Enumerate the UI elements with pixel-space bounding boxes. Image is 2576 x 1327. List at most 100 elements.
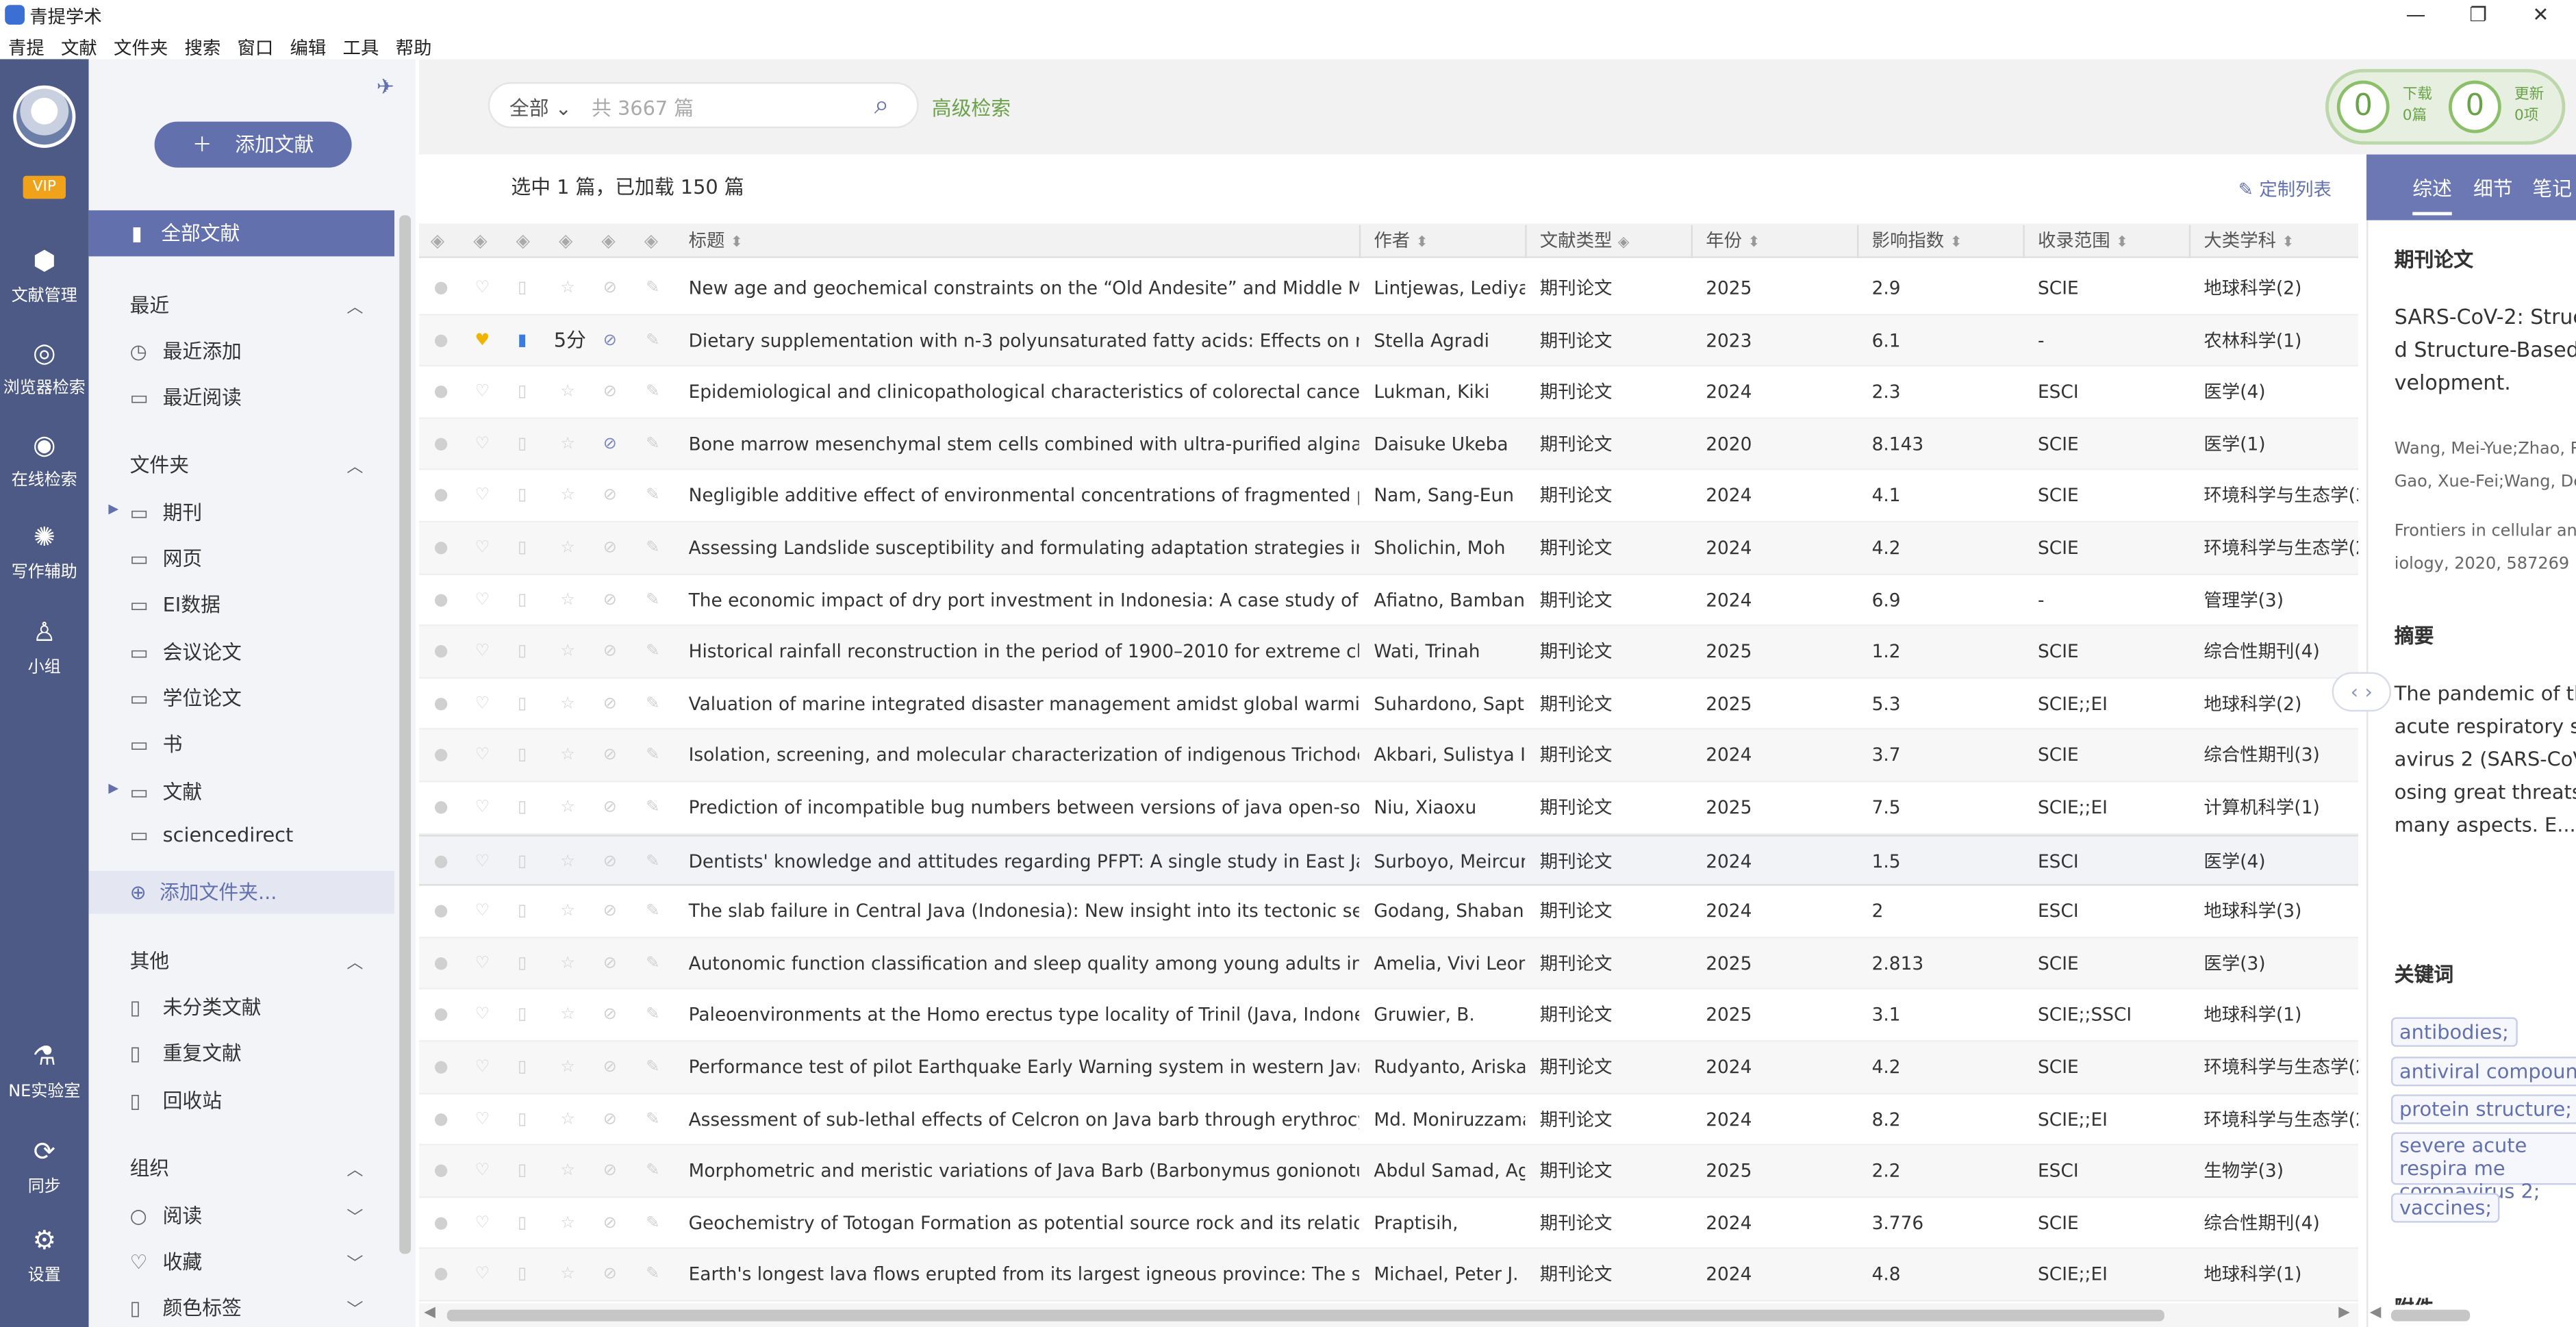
rating-star-icon[interactable]: ☆ <box>560 1162 575 1182</box>
favorite-icon[interactable]: ♡ <box>475 1007 490 1026</box>
table-row[interactable]: ● ♡ ▯ ☆ ⊘ ✎ The slab failure in Central Java (… <box>419 886 2359 938</box>
bookmark-icon[interactable]: ▯ <box>518 695 527 715</box>
tab-details[interactable]: 细节 <box>2473 174 2513 202</box>
read-status-icon[interactable]: ● <box>434 383 449 403</box>
column-year[interactable]: 年份 ⬍ <box>1706 229 1760 255</box>
chevron-up-icon[interactable]: ︿ <box>346 1155 363 1180</box>
download-count[interactable]: 0 <box>2336 80 2390 134</box>
bookmark-icon[interactable]: ▯ <box>518 643 527 663</box>
favorite-icon[interactable]: ♡ <box>475 852 490 872</box>
note-pen-icon[interactable]: ✎ <box>646 798 659 818</box>
favorite-icon[interactable]: ♡ <box>475 539 490 559</box>
table-row[interactable]: ● ♡ ▯ ☆ ⊘ ✎ Bone marrow mesenchymal stem cells… <box>419 418 2359 471</box>
note-pen-icon[interactable]: ✎ <box>646 279 659 299</box>
sidebar-item-trash[interactable]: ▯ 回收站 <box>130 1086 222 1114</box>
bookmark-icon[interactable]: ▯ <box>518 539 527 559</box>
minimize-button[interactable]: — <box>2386 0 2445 29</box>
column-subject[interactable]: 大类学科 ⬍ <box>2204 229 2294 255</box>
chevron-up-icon[interactable]: ︿ <box>346 292 363 317</box>
read-status-icon[interactable]: ● <box>434 643 449 663</box>
bookmark-icon[interactable]: ▯ <box>518 1214 527 1234</box>
folder-item[interactable]: ▭ 期刊 <box>130 498 203 526</box>
nav-online-search[interactable]: ◉ 在线检索 <box>0 430 89 490</box>
nav-literature-management[interactable]: ⬢ 文献管理 <box>0 246 89 306</box>
column-impact[interactable]: 影响指数 ⬍ <box>1872 229 1962 255</box>
scroll-right-icon[interactable]: ▶ <box>2338 1305 2350 1322</box>
read-status-icon[interactable]: ● <box>434 435 449 455</box>
rating-star-icon[interactable]: ☆ <box>560 487 575 507</box>
attachment-icon[interactable]: ⊘ <box>603 1162 617 1182</box>
read-status-icon[interactable]: ● <box>434 798 449 818</box>
add-folder-button[interactable]: ⊕ 添加文件夹... <box>88 871 394 914</box>
search-scope-select[interactable]: 全部 ⌄ <box>509 94 572 122</box>
sidebar-item-unclassified[interactable]: ▯ 未分类文献 <box>130 993 262 1021</box>
customize-list-button[interactable]: ✎ 定制列表 <box>2238 176 2332 202</box>
bookmark-icon[interactable]: ▯ <box>518 1162 527 1182</box>
column-tag-icon[interactable]: ◈ <box>516 229 530 255</box>
rating-star-icon[interactable]: ☆ <box>560 1059 575 1078</box>
attachment-icon[interactable]: ⊘ <box>603 902 617 922</box>
column-read-icon[interactable]: ◈ <box>431 229 444 255</box>
favorite-icon[interactable]: ♡ <box>475 643 490 663</box>
attachment-icon[interactable]: ⊘ <box>603 1110 617 1130</box>
rating-star-icon[interactable]: ☆ <box>560 1007 575 1026</box>
favorite-icon[interactable]: ♡ <box>475 798 490 818</box>
table-row[interactable]: ● ♡ ▯ ☆ ⊘ ✎ Autonomic function classification … <box>419 937 2359 990</box>
note-pen-icon[interactable]: ✎ <box>646 383 659 403</box>
bookmark-icon[interactable]: ▯ <box>518 279 527 299</box>
read-status-icon[interactable]: ● <box>434 1162 449 1182</box>
note-pen-icon[interactable]: ✎ <box>646 331 659 351</box>
favorite-icon[interactable]: ♡ <box>475 955 490 974</box>
sidebar-item-duplicates[interactable]: ▯ 重复文献 <box>130 1039 242 1067</box>
rating-star-icon[interactable]: ☆ <box>560 695 575 715</box>
sidebar-item-read[interactable]: ○ 阅读 <box>130 1201 203 1229</box>
rating-star-icon[interactable]: ☆ <box>560 1214 575 1234</box>
favorite-icon[interactable]: ♡ <box>475 1059 490 1078</box>
bookmark-icon[interactable]: ▯ <box>518 383 527 403</box>
keyword-tag[interactable]: antibodies; <box>2391 1017 2517 1047</box>
chevron-down-icon[interactable]: ﹀ <box>346 1203 363 1227</box>
favorite-icon[interactable]: ♡ <box>475 747 490 767</box>
nav-group[interactable]: ♙ 小组 <box>0 617 89 677</box>
sidebar-item-recent-added[interactable]: ◷ 最近添加 <box>130 337 242 365</box>
table-row[interactable]: ● ♡ ▯ ☆ ⊘ ✎ The economic impact of dry port in… <box>419 574 2359 627</box>
add-literature-button[interactable]: ＋ 添加文献 <box>154 121 352 168</box>
rating-star-icon[interactable]: ☆ <box>560 643 575 663</box>
attachment-icon[interactable]: ⊘ <box>603 852 617 872</box>
rating-star-icon[interactable]: ☆ <box>560 279 575 299</box>
attachment-icon[interactable]: ⊘ <box>603 1214 617 1234</box>
column-divider[interactable] <box>2023 225 2025 258</box>
note-pen-icon[interactable]: ✎ <box>646 643 659 663</box>
chevron-up-icon[interactable]: ︿ <box>346 948 363 972</box>
tab-notes[interactable]: 笔记 <box>2532 174 2572 202</box>
bookmark-icon[interactable]: ▯ <box>518 1110 527 1130</box>
table-row[interactable]: ● ♡ ▯ ☆ ⊘ ✎ Geochemistry of Totogan Formation … <box>419 1198 2359 1250</box>
favorite-icon[interactable]: ♡ <box>475 695 490 715</box>
favorite-icon[interactable]: ♡ <box>475 1214 490 1234</box>
detail-scroll-thumb[interactable] <box>2391 1309 2471 1322</box>
column-type[interactable]: 文献类型 ◈ <box>1540 229 1630 255</box>
search-icon[interactable]: ⌕ <box>874 89 889 122</box>
sidebar-item-favorite[interactable]: ♡ 收藏 <box>130 1248 203 1276</box>
note-pen-icon[interactable]: ✎ <box>646 435 659 455</box>
table-row[interactable]: ● ♡ ▯ ☆ ⊘ ✎ Earth's longest lava flows erupted… <box>419 1249 2359 1302</box>
advanced-search-link[interactable]: 高级检索 <box>932 94 1011 122</box>
read-status-icon[interactable]: ● <box>434 539 449 559</box>
attachment-icon[interactable]: ⊘ <box>603 695 617 715</box>
all-literature-item[interactable]: ▮ 全部文献 <box>88 210 394 257</box>
expand-arrow-icon[interactable]: ▶ <box>108 781 118 796</box>
attachment-icon[interactable]: ⊘ <box>603 643 617 663</box>
avatar[interactable] <box>13 85 76 149</box>
column-divider[interactable] <box>1359 225 1361 258</box>
rating-star-icon[interactable]: ☆ <box>560 383 575 403</box>
attachment-icon[interactable]: ⊘ <box>603 1059 617 1078</box>
nav-settings[interactable]: ⚙ 设置 <box>0 1225 89 1285</box>
table-row[interactable]: ● ♡ ▯ ☆ ⊘ ✎ Epidemiological and clinicopatholo… <box>419 367 2359 419</box>
table-row[interactable]: ● ♡ ▯ ☆ ⊘ ✎ Performance test of pilot Earthqua… <box>419 1041 2359 1094</box>
note-pen-icon[interactable]: ✎ <box>646 539 659 559</box>
read-status-icon[interactable]: ● <box>434 331 449 351</box>
rating-star-icon[interactable]: ☆ <box>560 1110 575 1130</box>
favorite-icon[interactable]: ♡ <box>475 383 490 403</box>
recent-section-title[interactable]: 最近 <box>130 291 170 319</box>
attachment-icon[interactable]: ⊘ <box>603 747 617 767</box>
